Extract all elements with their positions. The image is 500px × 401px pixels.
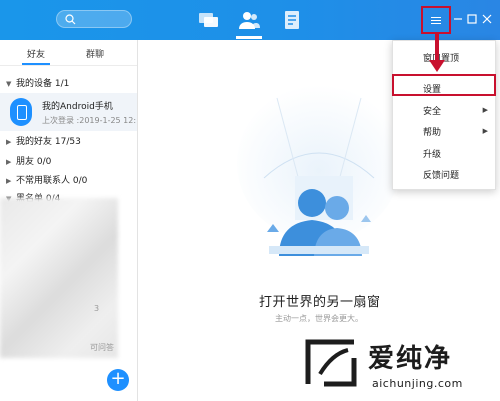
minimize-icon[interactable] [452, 13, 464, 25]
search-input[interactable] [77, 12, 127, 26]
menu-item-feedback[interactable]: 反馈问题 [423, 168, 459, 181]
search-icon [65, 14, 76, 25]
group-friends[interactable]: ▶ 朋友 0/0 [6, 154, 51, 167]
blurred-text: 3 [94, 304, 100, 313]
group-infrequent[interactable]: ▶ 不常用联系人 0/0 [6, 173, 87, 186]
menu-item-help[interactable]: 帮助 [423, 125, 441, 138]
menu-item-pin-top[interactable]: 窗口置顶 [423, 51, 459, 64]
tab-groups[interactable]: 群聊 [86, 47, 104, 60]
menu-item-security[interactable]: 安全 [423, 104, 441, 117]
blurred-text: 可问答 [90, 343, 114, 352]
collapse-icon: ▶ [6, 158, 12, 166]
blurred-contacts [0, 198, 118, 358]
device-name: 我的Android手机 [42, 102, 113, 112]
search-box[interactable] [56, 10, 132, 28]
group-label: 我的设备 1/1 [16, 79, 70, 89]
main-menu-button[interactable] [421, 6, 451, 34]
settings-highlight [392, 74, 496, 96]
submenu-arrow-icon: ▶ [482, 106, 488, 114]
sidebar-tabs: 好友 群聊 [0, 40, 137, 66]
contacts-sidebar: 好友 群聊 ▼ 我的设备 1/1 我的Android手机 上次登录 :2019-1… [0, 40, 138, 401]
expand-icon: ▼ [6, 80, 12, 88]
top-bar [0, 0, 500, 40]
group-label: 朋友 0/0 [16, 157, 52, 167]
device-last-login: 上次登录 :2019-1-25 12: [42, 116, 137, 125]
app-window: 好友 群聊 ▼ 我的设备 1/1 我的Android手机 上次登录 :2019-1… [0, 0, 500, 401]
submenu-arrow-icon: ▶ [482, 127, 488, 135]
tab-friends[interactable]: 好友 [27, 47, 45, 60]
main-subtitle: 主动一点，世界会更大。 [275, 314, 363, 323]
watermark-text: 爱纯净 [368, 344, 453, 374]
group-label: 我的好友 17/53 [16, 137, 81, 147]
group-my-devices[interactable]: ▼ 我的设备 1/1 [6, 76, 69, 89]
tab-active-indicator [22, 63, 50, 65]
watermark-logo [305, 339, 357, 387]
collapse-icon: ▶ [6, 138, 12, 146]
collapse-icon: ▶ [6, 177, 12, 185]
maximize-icon[interactable] [466, 13, 478, 25]
main-menu-dropdown: 窗口置顶 设置 安全 ▶ 帮助 ▶ 升级 反馈问题 [392, 40, 496, 190]
group-my-friends[interactable]: ▶ 我的好友 17/53 [6, 134, 81, 147]
nav-active-indicator [236, 36, 262, 39]
messages-icon[interactable] [196, 8, 220, 32]
add-button[interactable]: + [107, 369, 129, 391]
files-icon[interactable] [280, 8, 304, 32]
group-label: 不常用联系人 0/0 [16, 176, 88, 186]
menu-item-upgrade[interactable]: 升级 [423, 147, 441, 160]
watermark-url: aichunjing.com [372, 377, 463, 390]
contacts-icon[interactable] [237, 8, 261, 32]
close-icon[interactable] [481, 13, 493, 25]
main-title: 打开世界的另一扇窗 [259, 295, 381, 310]
list-item-device[interactable]: 我的Android手机 上次登录 :2019-1-25 12: [0, 93, 137, 131]
phone-icon [10, 98, 32, 126]
menu-icon [431, 17, 441, 24]
